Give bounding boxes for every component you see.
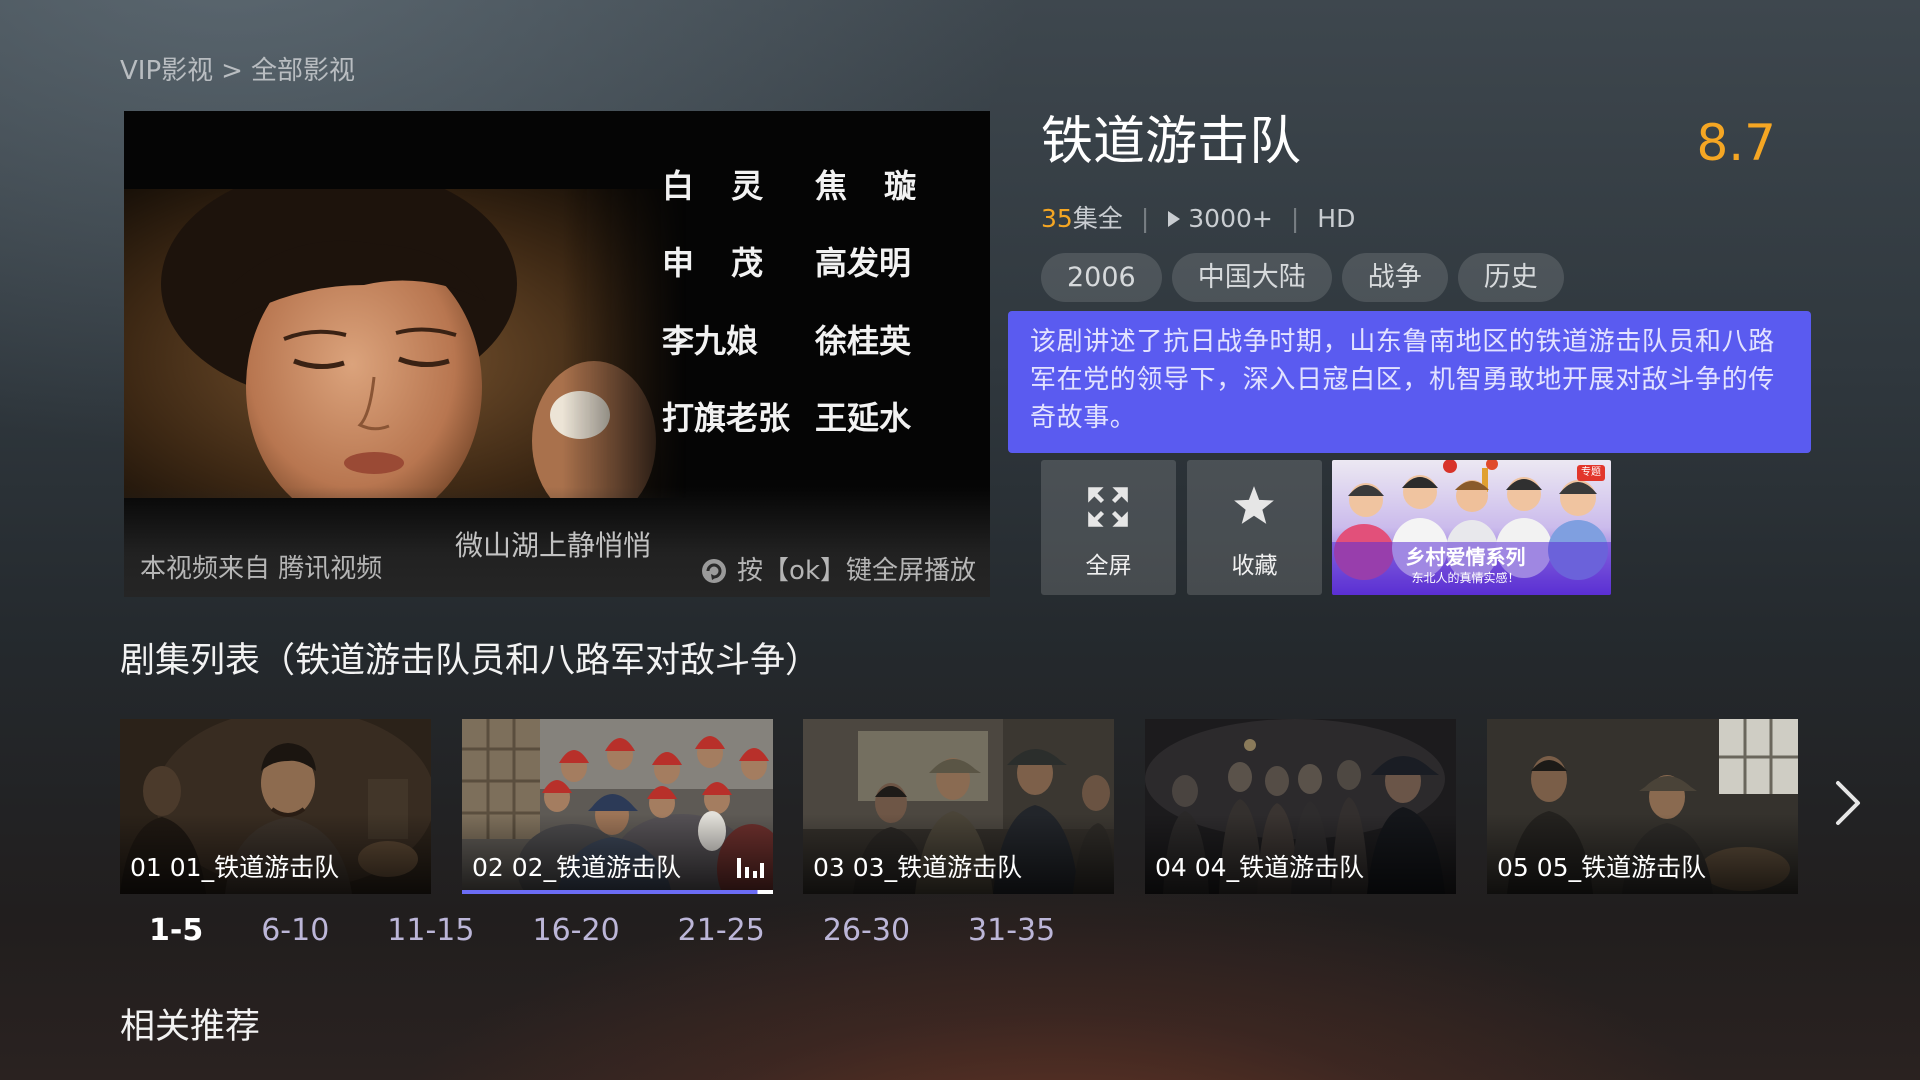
show-title: 铁道游击队 [1041, 112, 1302, 172]
credit-actor: 王延水 [815, 399, 912, 437]
star-icon [1234, 486, 1274, 524]
promo-title: 乡村爱情系列 [1405, 545, 1526, 569]
episode-card-5[interactable]: 05 05_铁道游击队 [1487, 719, 1798, 894]
play-icon [1168, 211, 1181, 227]
tag-genre-war: 战争 [1341, 253, 1448, 302]
equalizer-icon [737, 858, 764, 878]
range-tab-21-25[interactable]: 21-25 [678, 911, 765, 951]
promo-subtitle: 东北人的真情实感！ [1411, 571, 1520, 585]
breadcrumb-item-all: 全部影视 [250, 56, 355, 86]
credit-row: 白 灵 焦 璇 [124, 166, 990, 206]
meta-separator: | [1140, 204, 1150, 233]
credit-row: 申 茂 高发明 [124, 243, 990, 283]
range-tab-6-10[interactable]: 6-10 [261, 911, 329, 951]
episode-card-2[interactable]: 02 02_铁道游击队 [462, 719, 773, 894]
credit-role: 李九娘 [662, 322, 759, 360]
video-player[interactable]: 白 灵 焦 璇 申 茂 高发明 李九娘 徐桂英 打旗老张 王延水 本视频来自 腾… [124, 111, 990, 597]
chevron-right-icon[interactable] [1833, 779, 1863, 827]
fullscreen-icon [1088, 487, 1128, 527]
subtitle-caption: 微山湖上静悄悄 [455, 529, 652, 562]
tag-year: 2006 [1041, 253, 1162, 302]
breadcrumb-item-vip: VIP影视 [120, 56, 214, 86]
tag-genre-history: 历史 [1457, 253, 1564, 302]
episode-focus-bar [462, 890, 773, 894]
range-tab-11-15[interactable]: 11-15 [387, 911, 474, 951]
promo-card[interactable]: 乡村爱情系列 东北人的真情实感！ 专题 [1332, 460, 1611, 595]
ok-key-icon [702, 559, 727, 583]
credit-actor: 高发明 [815, 244, 912, 282]
favorite-button[interactable]: 收藏 [1187, 460, 1322, 595]
breadcrumb-separator: > [221, 56, 243, 86]
range-tab-16-20[interactable]: 16-20 [532, 911, 619, 951]
credit-actor: 徐桂英 [815, 322, 912, 360]
description-box[interactable]: 该剧讲述了抗日战争时期，山东鲁南地区的铁道游击队员和八路军在党的领导下，深入日寇… [1008, 311, 1811, 453]
episode-card-4[interactable]: 04 04_铁道游击队 [1145, 719, 1456, 894]
credit-role: 打旗老张 [662, 399, 791, 437]
episode-card-1[interactable]: 01 01_铁道游击队 [120, 719, 431, 894]
tag-list: 2006 中国大陆 战争 历史 [1041, 253, 1564, 302]
credit-role: 申 茂 [662, 244, 764, 282]
breadcrumb: VIP影视 > 全部影视 [120, 55, 355, 87]
meta-separator: | [1290, 204, 1300, 233]
episode-count: 35 [1041, 204, 1073, 233]
video-source-label: 本视频来自 腾讯视频 [140, 554, 383, 584]
episode-range-tabs: 1-5 6-10 11-15 16-20 21-25 26-30 31-35 [149, 911, 1055, 951]
episode-count-suffix: 集全 [1072, 204, 1123, 233]
episode-list-title: 剧集列表（铁道游击队员和八路军对敌斗争） [120, 641, 821, 681]
tag-region: 中国大陆 [1171, 253, 1332, 302]
related-title: 相关推荐 [120, 1007, 261, 1047]
episode-label: 05 05_铁道游击队 [1497, 853, 1707, 882]
credit-actor: 焦 璇 [815, 167, 917, 205]
credit-row: 李九娘 徐桂英 [124, 321, 990, 361]
quality-badge: HD [1317, 204, 1356, 233]
fullscreen-button[interactable]: 全屏 [1041, 460, 1176, 595]
episode-label: 01 01_铁道游击队 [130, 853, 340, 882]
fullscreen-label: 全屏 [1085, 553, 1132, 579]
credit-row: 打旗老张 王延水 [124, 398, 990, 438]
fullscreen-hint-text: 按【ok】键全屏播放 [737, 556, 976, 586]
range-tab-31-35[interactable]: 31-35 [968, 911, 1055, 951]
credit-role: 白 灵 [662, 167, 764, 205]
episode-label: 04 04_铁道游击队 [1155, 853, 1365, 882]
episode-card-3[interactable]: 03 03_铁道游击队 [803, 719, 1114, 894]
promo-badge: 专题 [1577, 465, 1605, 481]
episode-label: 02 02_铁道游击队 [472, 853, 682, 882]
favorite-label: 收藏 [1231, 553, 1278, 579]
range-tab-26-30[interactable]: 26-30 [823, 911, 910, 951]
episode-label: 03 03_铁道游击队 [813, 853, 1023, 882]
fullscreen-hint: 按【ok】键全屏播放 [701, 555, 976, 587]
play-count: 3000+ [1188, 204, 1273, 233]
rating-score: 8.7 [1696, 114, 1776, 172]
range-tab-1-5[interactable]: 1-5 [149, 911, 203, 951]
meta-row: 35 集全 | 3000+ | HD [1041, 204, 1355, 234]
